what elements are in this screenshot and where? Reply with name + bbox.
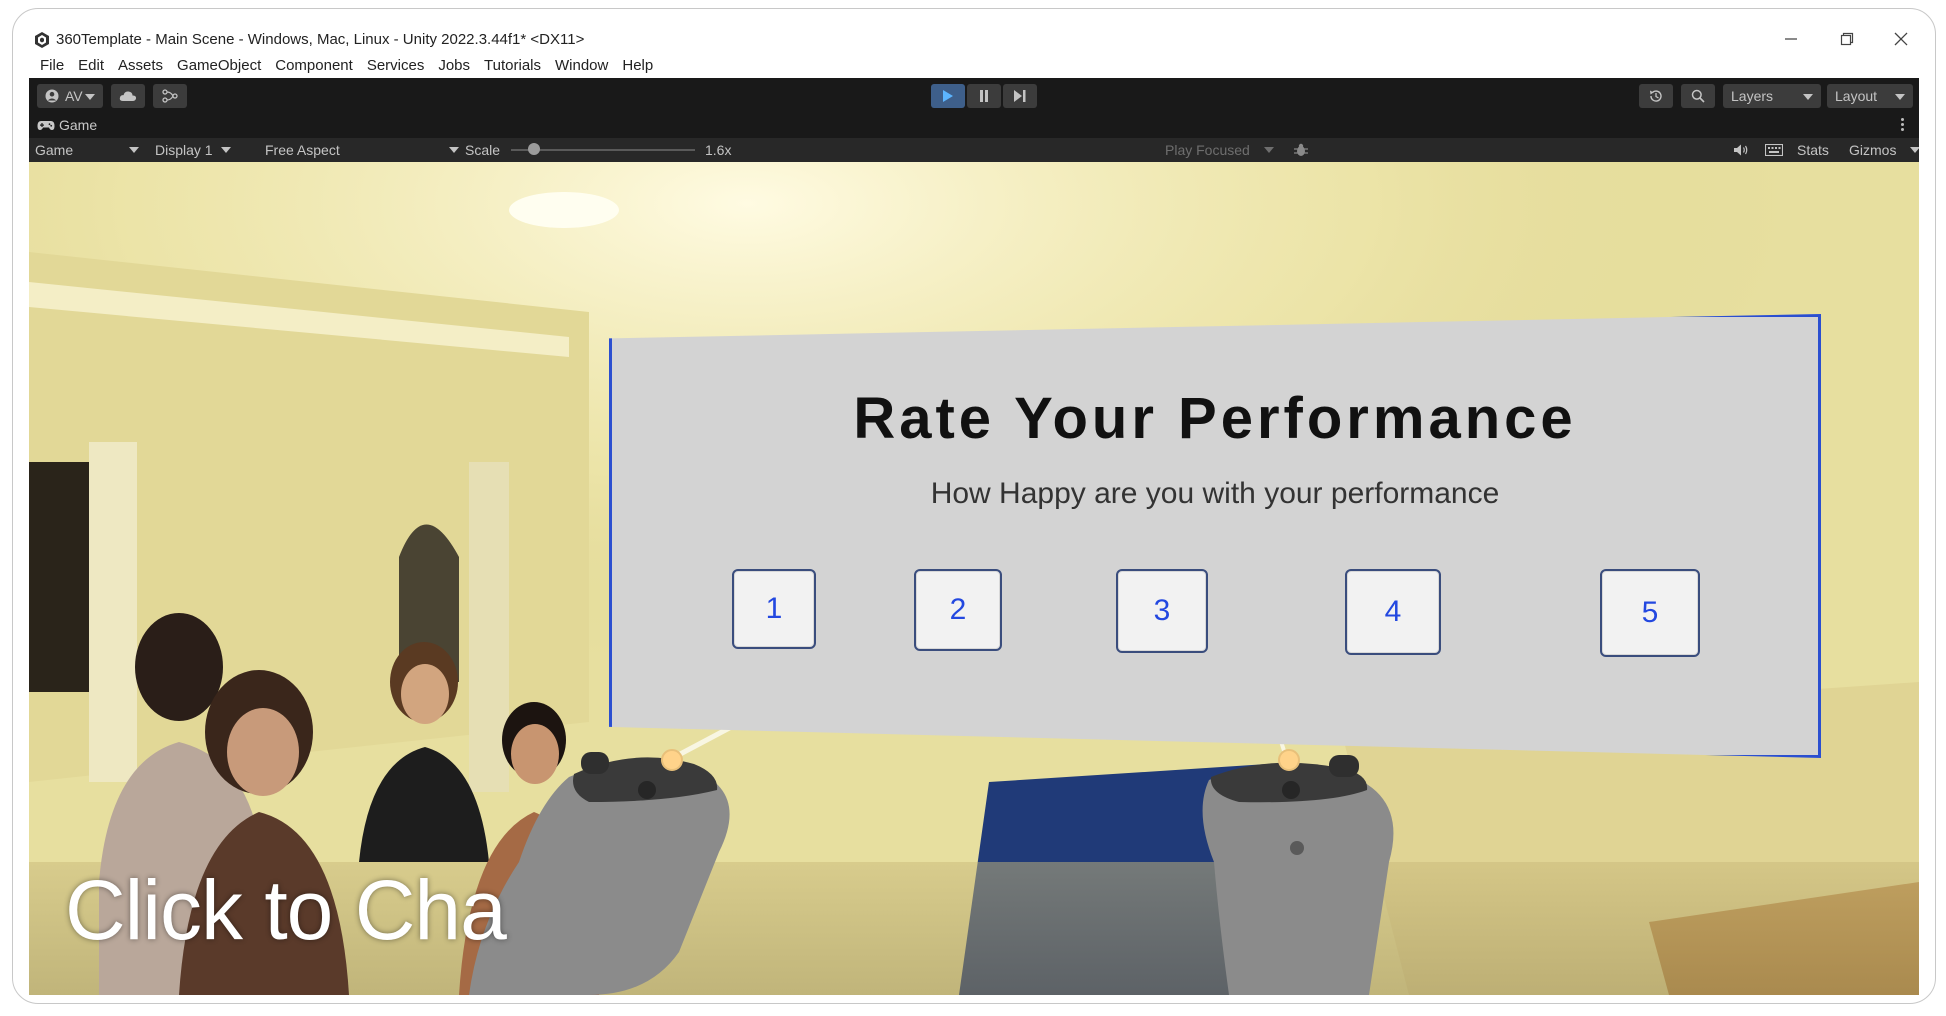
search-button[interactable] (1681, 84, 1715, 108)
menu-file[interactable]: File (33, 55, 71, 77)
game-tab-header: Game (29, 114, 1919, 138)
unity-logo-icon (35, 32, 49, 48)
pause-icon (980, 90, 988, 102)
menu-services[interactable]: Services (360, 55, 432, 77)
game-view-controls: Game Display 1 Free Aspect Scale 1.6x Pl… (29, 138, 1919, 162)
tab-game[interactable]: Game (37, 117, 97, 133)
layers-label: Layers (1731, 88, 1774, 104)
panel-title: Rate Your Performance (853, 386, 1577, 451)
rating-button-2[interactable]: 2 (914, 569, 1002, 651)
game-viewport[interactable]: Rate Your Performance How Happy are you … (29, 162, 1919, 995)
chevron-down-icon (220, 147, 231, 153)
window-title: 360Template - Main Scene - Windows, Mac,… (56, 31, 585, 48)
account-icon (45, 89, 59, 103)
cloud-button[interactable] (111, 84, 145, 108)
menu-jobs[interactable]: Jobs (431, 55, 477, 77)
layout-dropdown[interactable]: Layout (1827, 84, 1913, 108)
main-toolbar: AV Layers Layout (29, 78, 1919, 114)
rating-button-1[interactable]: 1 (732, 569, 816, 649)
chevron-down-icon (1895, 94, 1905, 100)
unity-editor-window: 360Template - Main Scene - Windows, Mac,… (12, 8, 1936, 1004)
panel-subtitle: How Happy are you with your performance (930, 477, 1500, 510)
layers-dropdown[interactable]: Layers (1723, 84, 1821, 108)
keyboard-icon (1765, 144, 1783, 156)
history-icon (1650, 90, 1662, 102)
mute-audio-toggle[interactable] (1733, 140, 1749, 160)
account-dropdown[interactable]: AV (37, 84, 103, 108)
step-button[interactable] (1003, 84, 1037, 108)
display-label: Display 1 (155, 142, 213, 158)
chevron-down-icon (129, 147, 139, 153)
search-icon (1691, 89, 1705, 103)
scale-label: Scale (465, 142, 501, 158)
account-label: AV (65, 88, 83, 104)
tab-options-icon[interactable] (1901, 118, 1905, 134)
click-to-change-overlay[interactable]: Click to Cha (65, 862, 507, 959)
scale-slider-thumb[interactable] (528, 143, 540, 155)
menu-assets[interactable]: Assets (111, 55, 170, 77)
menu-bar: File Edit Assets GameObject Component Se… (33, 55, 660, 77)
view-mode-dropdown[interactable]: Game (35, 140, 143, 160)
bug-icon (1294, 143, 1308, 156)
menu-edit[interactable]: Edit (71, 55, 111, 77)
play-button[interactable] (931, 84, 965, 108)
chevron-down-icon (1263, 147, 1274, 153)
minimize-icon (1785, 38, 1797, 40)
undo-history-button[interactable] (1639, 84, 1673, 108)
close-button[interactable] (1881, 25, 1921, 53)
view-mode-label: Game (35, 142, 74, 158)
menu-gameobject[interactable]: GameObject (170, 55, 268, 77)
gamepad-icon (37, 121, 55, 130)
menu-tutorials[interactable]: Tutorials (477, 55, 548, 77)
stats-toggle[interactable]: Stats (1797, 140, 1829, 160)
collab-button[interactable] (153, 84, 187, 108)
rating-button-4[interactable]: 4 (1345, 569, 1441, 655)
version-control-icon (162, 89, 178, 103)
unity-editor: AV Layers Layout Game Game Display 1 Fre… (29, 78, 1919, 995)
aspect-label: Free Aspect (265, 142, 340, 158)
menu-window[interactable]: Window (548, 55, 615, 77)
step-icon (1014, 90, 1026, 102)
display-dropdown[interactable]: Display 1 (155, 140, 231, 160)
chevron-down-icon (449, 147, 459, 153)
rating-button-3[interactable]: 3 (1116, 569, 1208, 653)
speaker-icon (1734, 144, 1748, 156)
title-bar: 360Template - Main Scene - Windows, Mac,… (13, 9, 1935, 53)
cloud-icon (119, 91, 137, 101)
chevron-down-icon (1910, 147, 1919, 153)
restore-button[interactable] (1827, 25, 1867, 53)
rating-panel: Rate Your Performance How Happy are you … (609, 314, 1821, 758)
close-icon (1894, 32, 1908, 46)
aspect-dropdown[interactable]: Free Aspect (265, 140, 459, 160)
gizmos-dropdown[interactable]: Gizmos (1849, 140, 1919, 160)
debug-toggle[interactable] (1293, 140, 1309, 160)
rating-button-5[interactable]: 5 (1600, 569, 1700, 657)
play-icon (943, 90, 953, 102)
pause-button[interactable] (967, 84, 1001, 108)
menu-component[interactable]: Component (268, 55, 360, 77)
chevron-down-icon (1803, 94, 1813, 100)
shortcuts-toggle[interactable] (1765, 140, 1783, 160)
layout-label: Layout (1835, 88, 1878, 104)
game-tab-label: Game (59, 117, 98, 133)
play-mode-label: Play Focused (1165, 142, 1250, 158)
minimize-button[interactable] (1771, 25, 1811, 53)
gizmos-label: Gizmos (1849, 142, 1897, 158)
play-mode-dropdown[interactable]: Play Focused (1165, 140, 1274, 160)
chevron-down-icon (85, 94, 95, 100)
scale-value: 1.6x (705, 142, 732, 158)
menu-help[interactable]: Help (615, 55, 660, 77)
restore-icon (1840, 32, 1854, 46)
